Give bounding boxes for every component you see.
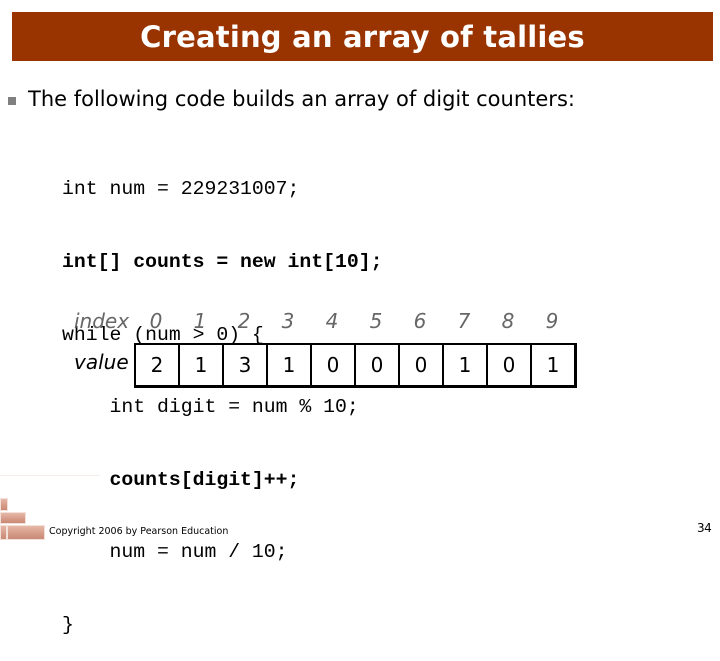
brick <box>0 525 7 540</box>
index-cell: 0 <box>149 309 163 333</box>
value-cell: 2 <box>136 345 180 385</box>
array-value-table: 2 1 3 1 0 0 0 1 0 1 <box>134 343 577 388</box>
value-cell: 0 <box>312 345 356 385</box>
copyright-text: Copyright 2006 by Pearson Education <box>49 526 229 537</box>
footer-divider <box>0 475 100 476</box>
value-cell: 3 <box>224 345 268 385</box>
code-block: int num = 229231007; int[] counts = new … <box>62 129 383 661</box>
index-cell: 8 <box>501 309 515 333</box>
code-line: num = num / 10; <box>62 541 288 564</box>
code-line: int digit = num % 10; <box>62 396 359 419</box>
title-bar: Creating an array of tallies <box>12 12 713 61</box>
brick <box>7 525 45 540</box>
code-line: counts[digit]++; <box>62 468 300 491</box>
value-cell: 1 <box>444 345 488 385</box>
index-cell: 2 <box>237 309 251 333</box>
index-label: index <box>74 309 130 333</box>
code-line: } <box>62 613 74 636</box>
index-cell: 9 <box>545 309 559 333</box>
value-cell: 0 <box>400 345 444 385</box>
code-line: int num = 229231007; <box>62 178 300 201</box>
square-bullet-icon <box>8 96 16 105</box>
index-cell: 4 <box>325 309 339 333</box>
index-cell: 1 <box>193 309 207 333</box>
slide-title: Creating an array of tallies <box>140 19 585 54</box>
brick <box>0 512 26 524</box>
value-label: value <box>74 350 129 374</box>
brick <box>0 498 8 511</box>
bullet-text: The following code builds an array of di… <box>28 87 575 111</box>
index-cell: 5 <box>369 309 383 333</box>
bullet-item: The following code builds an array of di… <box>8 87 575 111</box>
value-cell: 0 <box>488 345 532 385</box>
index-cell: 6 <box>413 309 427 333</box>
value-cell: 0 <box>356 345 400 385</box>
value-cell: 1 <box>546 353 560 377</box>
index-cell: 3 <box>281 309 295 333</box>
index-cell: 7 <box>457 309 471 333</box>
code-line: int[] counts = new int[10]; <box>62 251 383 273</box>
page-number: 34 <box>697 521 712 535</box>
value-cell: 1 <box>268 345 312 385</box>
value-cell: 1 <box>180 345 224 385</box>
